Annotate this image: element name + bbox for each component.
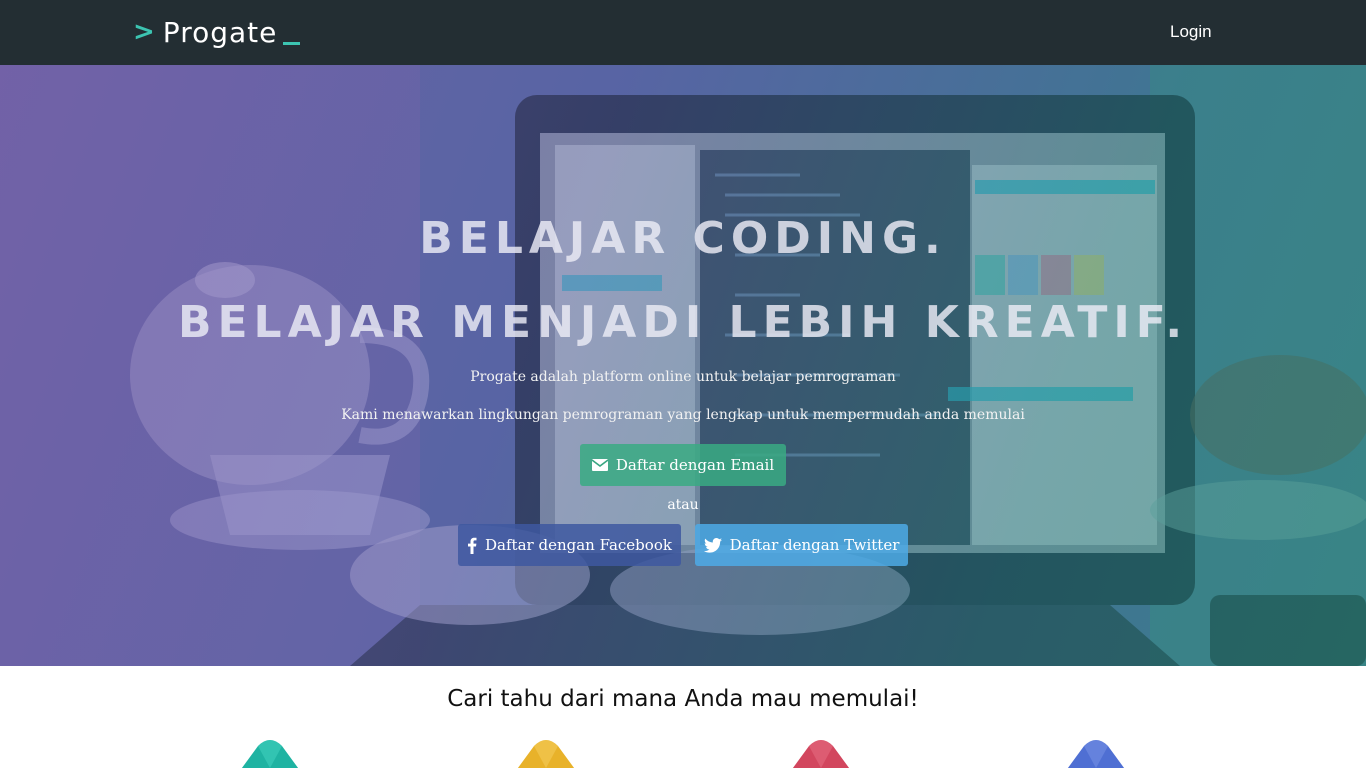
login-link[interactable]: Login (1170, 22, 1212, 42)
logo-cursor-icon (283, 41, 301, 45)
hero-headline-2: BELAJAR MENJADI LEBIH KREATIF. (177, 297, 1189, 348)
envelope-icon (591, 459, 608, 471)
course-tile-3[interactable] (759, 738, 883, 768)
hero-section: BELAJAR CODING. BELAJAR MENJADI LEBIH KR… (0, 65, 1366, 666)
or-separator: atau (667, 497, 699, 513)
course-tile-2[interactable] (484, 738, 608, 768)
hero-subtitle-1: Progate adalah platform online untuk bel… (470, 369, 896, 385)
signup-facebook-label: Daftar dengan Facebook (485, 536, 672, 554)
twitter-icon (703, 537, 722, 553)
hero-subtitle-2: Kami menawarkan lingkungan pemrograman y… (341, 407, 1025, 423)
signup-twitter-button[interactable]: Daftar dengan Twitter (695, 524, 908, 566)
signup-twitter-label: Daftar dengan Twitter (729, 536, 900, 554)
hero-headline-1: BELAJAR CODING. (419, 213, 947, 264)
progate-logo[interactable]: > Progate (133, 14, 301, 50)
logo-chevron-icon: > (133, 17, 155, 47)
signup-facebook-button[interactable]: Daftar dengan Facebook (458, 524, 681, 566)
hero-color-overlay (0, 65, 1366, 666)
top-navbar: > Progate Login (0, 0, 1366, 65)
logo-text: Progate (162, 15, 278, 49)
section-title: Cari tahu dari mana Anda mau memulai! (447, 686, 919, 712)
course-tile-4[interactable] (1034, 738, 1158, 768)
course-tile-1[interactable] (208, 738, 332, 768)
signup-email-label: Daftar dengan Email (615, 456, 775, 474)
signup-email-button[interactable]: Daftar dengan Email (580, 444, 786, 486)
facebook-icon (467, 537, 477, 554)
